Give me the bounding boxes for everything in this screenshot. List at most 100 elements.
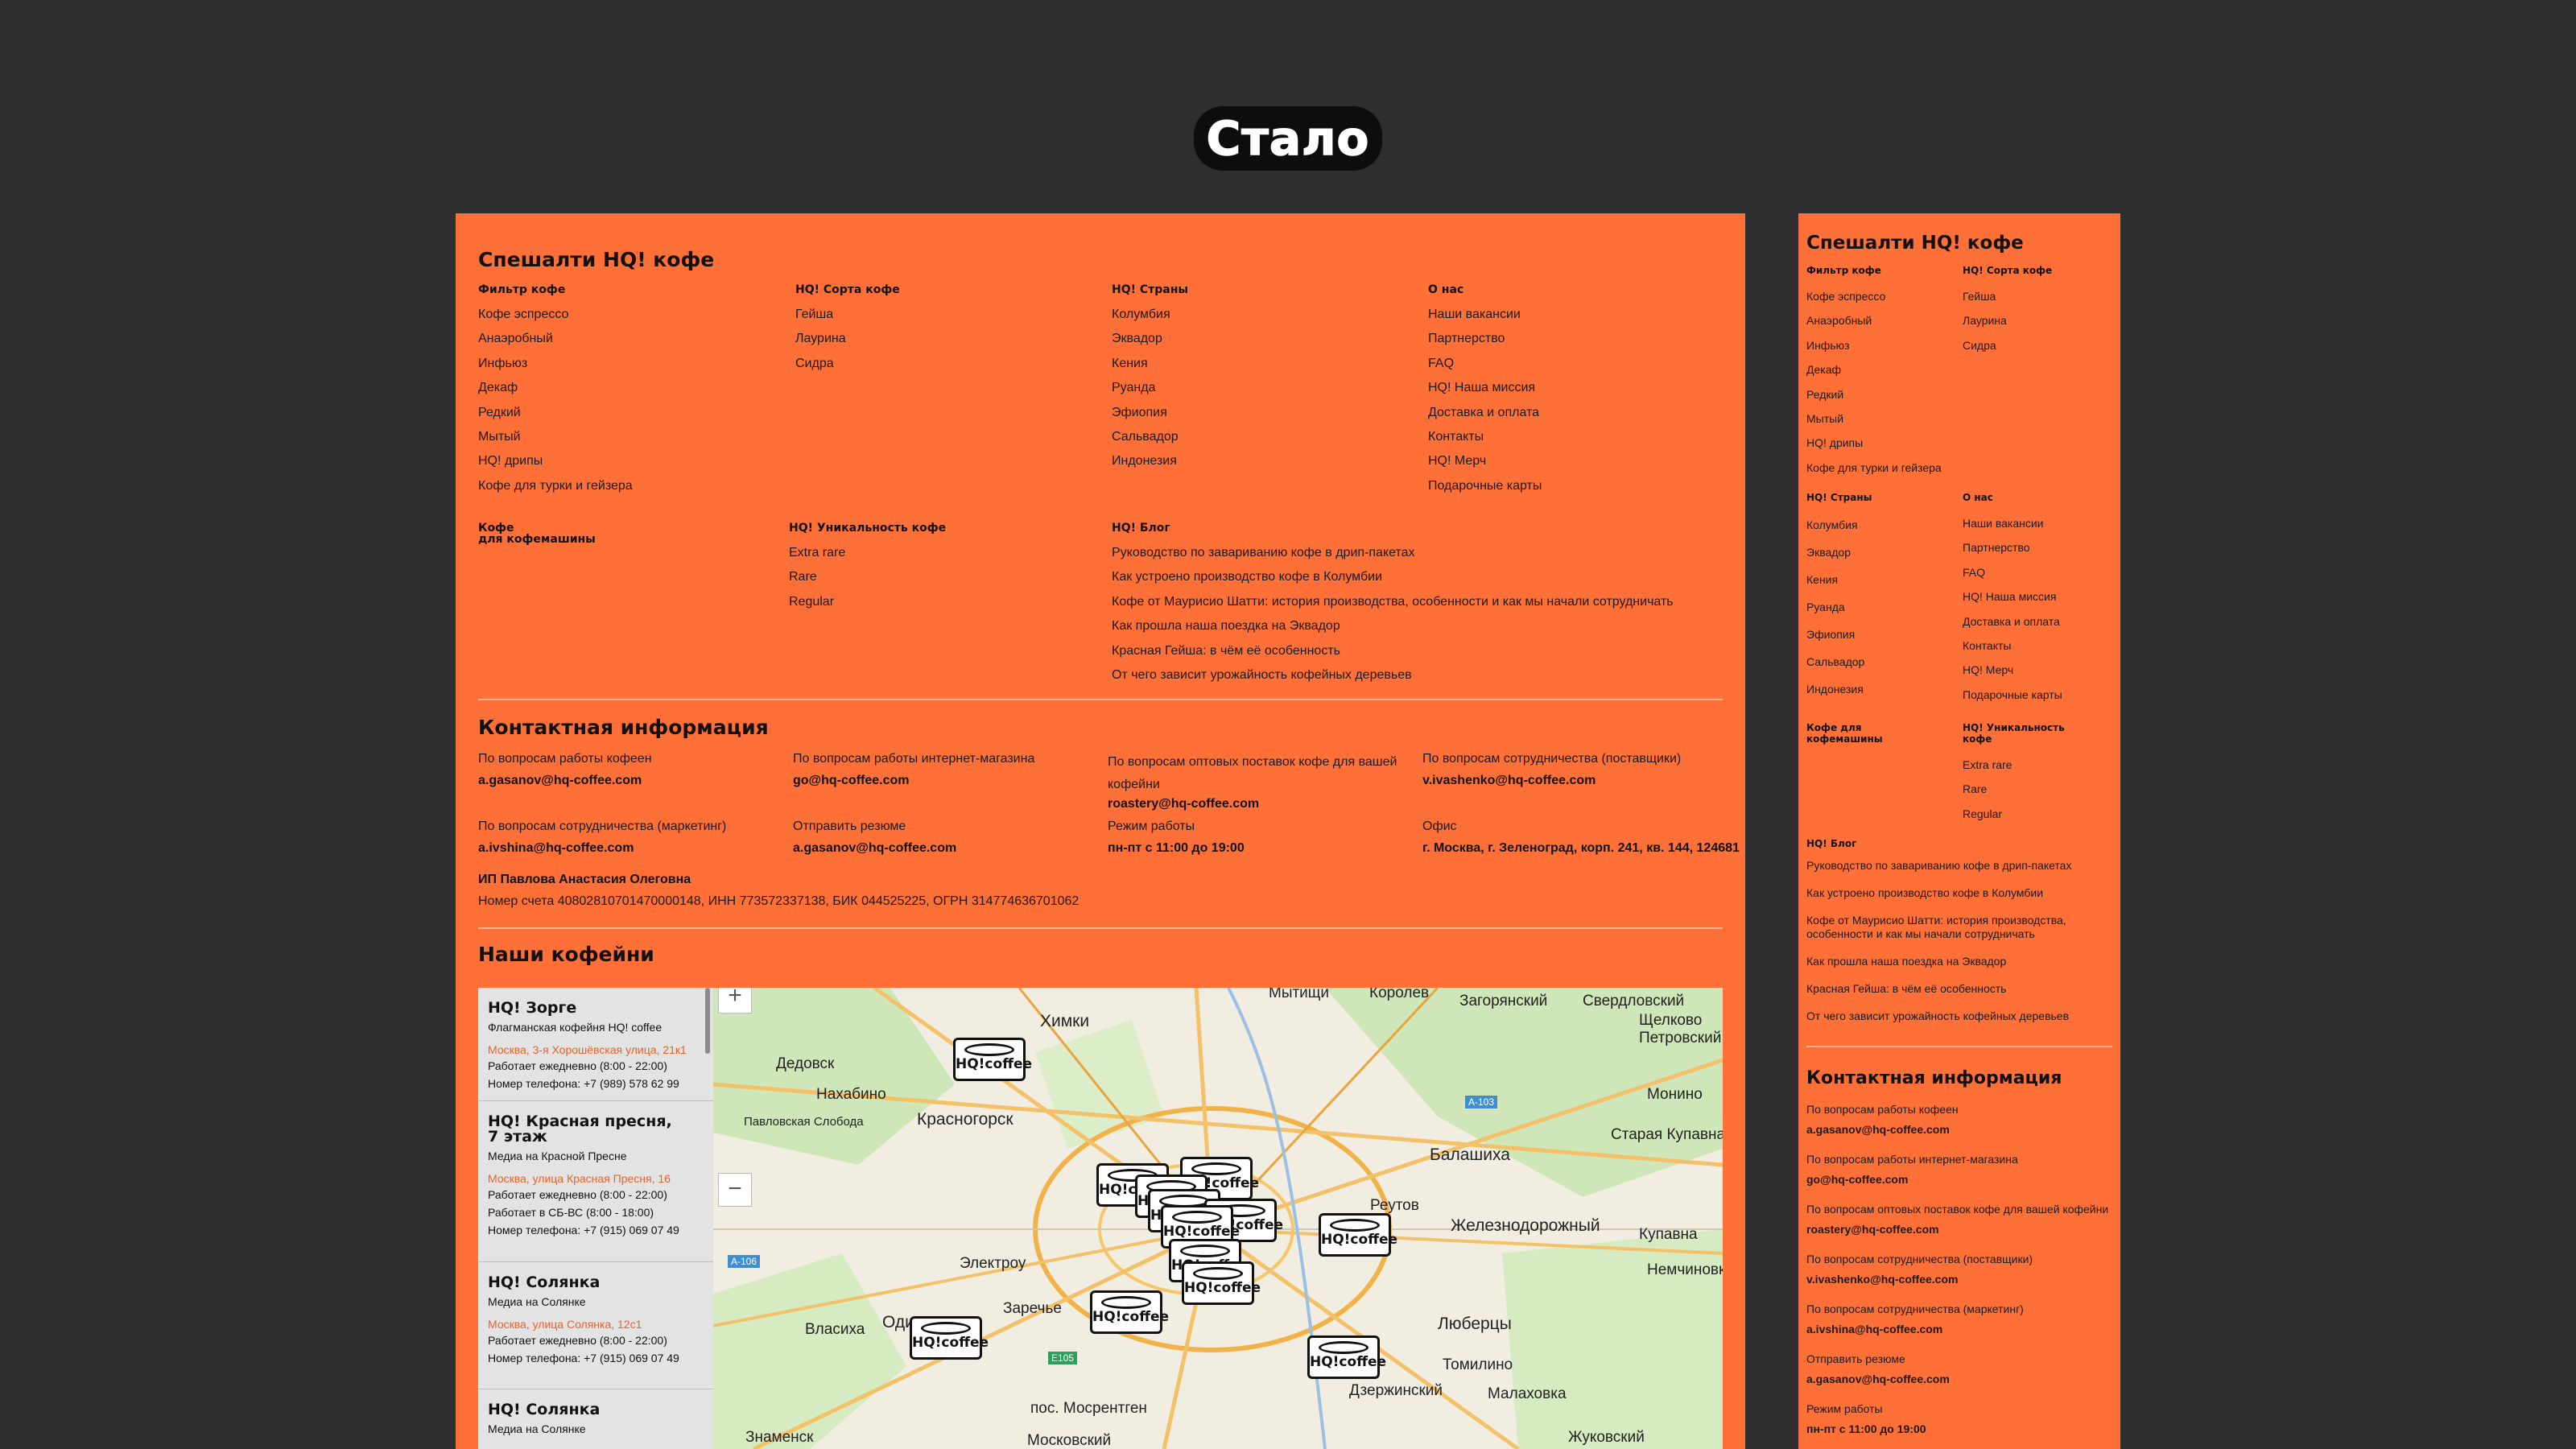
menu-link[interactable]: Regular	[1963, 802, 2065, 826]
menu-link[interactable]: Лаурина	[1963, 308, 2052, 332]
menu-link[interactable]: HQ! Мерч	[1428, 449, 1542, 473]
cafe-card[interactable]: HQ! Зорге Флагманская кофейня HQ! coffee…	[478, 988, 713, 1101]
menu-link[interactable]: Колумбия	[1806, 511, 1872, 539]
blog-link[interactable]: От чего зависит урожайность кофейных дер…	[1112, 663, 1674, 687]
menu-link[interactable]: Гейша	[1963, 284, 2052, 308]
cafe-list-scrollbar[interactable]	[705, 988, 710, 1054]
menu-link[interactable]: Анаэробный	[1806, 308, 1942, 332]
blog-link[interactable]: Как устроено производство кофе в Колумби…	[1112, 565, 1674, 589]
menu-link[interactable]: Сальвадор	[1806, 648, 1872, 675]
contact-email[interactable]: v.ivashenko@hq-coffee.com	[1806, 1272, 2112, 1286]
blog-link[interactable]: Красная Гейша: в чём её особенность	[1806, 982, 2112, 996]
contact-email[interactable]: a.gasanov@hq-coffee.com	[793, 840, 1083, 857]
menu-link[interactable]: FAQ	[1963, 560, 2062, 584]
menu-link[interactable]: Партнерство	[1963, 535, 2062, 559]
menu-link[interactable]: Extra rare	[1963, 753, 2065, 777]
coffee-map-marker[interactable]: HQ!coffee	[1090, 1290, 1169, 1334]
menu-link[interactable]: Наши вакансии	[1428, 303, 1542, 327]
blog-link[interactable]: От чего зависит урожайность кофейных дер…	[1806, 1009, 2112, 1023]
coffee-map-marker[interactable]: HQ!coffee	[1182, 1261, 1261, 1305]
cafe-card[interactable]: HQ! Солянка Медиа на Солянке Москва, ули…	[478, 1262, 713, 1389]
menu-link[interactable]: Rare	[789, 565, 946, 589]
menu-link[interactable]: Руанда	[1112, 376, 1188, 400]
zoom-out-button[interactable]: −	[718, 1173, 752, 1207]
menu-link[interactable]: HQ! дрипы	[478, 449, 633, 473]
menu-link[interactable]: Сидра	[795, 352, 900, 376]
menu-link[interactable]: Инфьюз	[478, 352, 633, 376]
menu-link[interactable]: HQ! Наша миссия	[1428, 376, 1542, 400]
menu-link[interactable]: Мытый	[478, 425, 633, 449]
menu-link[interactable]: Инфьюз	[1806, 333, 1942, 357]
map-canvas[interactable]: + − Мытищи Королев Загорянский Свердловс…	[713, 988, 1723, 1449]
menu-link[interactable]: Эфиопия	[1112, 401, 1188, 425]
contact-email[interactable]: a.gasanov@hq-coffee.com	[478, 773, 768, 789]
menu-link[interactable]: FAQ	[1428, 352, 1542, 376]
menu-link[interactable]: Декаф	[1806, 357, 1942, 382]
menu-link[interactable]: Мытый	[1806, 407, 1942, 431]
column-coffee-machine[interactable]: Кофе для кофемашины	[1806, 722, 1883, 745]
coffee-map-marker[interactable]: HQ!coffee	[1307, 1335, 1386, 1379]
blog-link[interactable]: Красная Гейша: в чём её особенность	[1112, 639, 1674, 663]
menu-link[interactable]: Подарочные карты	[1428, 474, 1542, 498]
menu-link[interactable]: Партнерство	[1428, 327, 1542, 351]
menu-link[interactable]: Rare	[1963, 777, 2065, 801]
menu-link[interactable]: Декаф	[478, 376, 633, 400]
menu-link[interactable]: Колумбия	[1112, 303, 1188, 327]
blog-link[interactable]: Как прошла наша поездка на Эквадор	[1112, 614, 1674, 638]
menu-link[interactable]: Extra rare	[789, 541, 946, 565]
menu-link[interactable]: Индонезия	[1806, 675, 1872, 703]
menu-link[interactable]: Кофе эспрессо	[478, 303, 633, 327]
menu-link[interactable]: Подарочные карты	[1963, 683, 2062, 707]
menu-link[interactable]: Кения	[1112, 352, 1188, 376]
coffee-map-marker[interactable]: HQ!coffee	[953, 1038, 1032, 1081]
menu-link[interactable]: Лаурина	[795, 327, 900, 351]
menu-link[interactable]: Сидра	[1963, 333, 2052, 357]
zoom-in-button[interactable]: +	[718, 988, 752, 1013]
cafe-address[interactable]: Москва, улица Красная Пресня, 16	[488, 1172, 704, 1185]
column-coffee-machine[interactable]: Кофе для кофемашины	[478, 522, 596, 545]
contact-email[interactable]: roastery@hq-coffee.com	[1108, 796, 1406, 812]
menu-link[interactable]: Анаэробный	[478, 327, 633, 351]
contact-email[interactable]: a.gasanov@hq-coffee.com	[1806, 1122, 2112, 1137]
menu-link[interactable]: HQ! Мерч	[1963, 658, 2062, 682]
contact-email[interactable]: v.ivashenko@hq-coffee.com	[1422, 773, 1720, 789]
contact-email[interactable]: roastery@hq-coffee.com	[1806, 1222, 2112, 1236]
blog-link[interactable]: Как прошла наша поездка на Эквадор	[1806, 955, 2112, 968]
blog-link[interactable]: Кофе от Маурисио Шатти: история производ…	[1806, 914, 2112, 941]
menu-link[interactable]: Контакты	[1428, 425, 1542, 449]
coffee-map-marker[interactable]: HQ!coffee	[1319, 1213, 1397, 1257]
contact-email[interactable]: go@hq-coffee.com	[1806, 1172, 2112, 1187]
coffee-map-marker[interactable]: HQ!coffee	[910, 1316, 989, 1360]
menu-link[interactable]: Кофе для турки и гейзера	[478, 474, 633, 498]
menu-link[interactable]: HQ! Наша миссия	[1963, 584, 2062, 609]
menu-link[interactable]: Редкий	[1806, 382, 1942, 407]
blog-link[interactable]: Руководство по завариванию кофе в дрип-п…	[1806, 859, 2112, 873]
menu-link[interactable]: Руанда	[1806, 593, 1872, 621]
menu-link[interactable]: Кофе для турки и гейзера	[1806, 456, 1942, 480]
menu-link[interactable]: Кофе эспрессо	[1806, 284, 1942, 308]
menu-link[interactable]: Редкий	[478, 401, 633, 425]
contact-email[interactable]: a.gasanov@hq-coffee.com	[1806, 1372, 2112, 1386]
menu-link[interactable]: Доставка и оплата	[1963, 609, 2062, 634]
cafe-list[interactable]: HQ! Зорге Флагманская кофейня HQ! coffee…	[478, 988, 713, 1449]
menu-link[interactable]: Наши вакансии	[1963, 511, 2062, 535]
menu-link[interactable]: Эфиопия	[1806, 621, 1872, 648]
blog-link[interactable]: Как устроено производство кофе в Колумби…	[1806, 886, 2112, 900]
menu-link[interactable]: Кения	[1806, 566, 1872, 593]
menu-link[interactable]: Гейша	[795, 303, 900, 327]
menu-link[interactable]: Эквадор	[1112, 327, 1188, 351]
menu-link[interactable]: Индонезия	[1112, 449, 1188, 473]
menu-link[interactable]: Доставка и оплата	[1428, 401, 1542, 425]
menu-link[interactable]: HQ! дрипы	[1806, 431, 1942, 455]
menu-link[interactable]: Эквадор	[1806, 539, 1872, 566]
contact-email[interactable]: go@hq-coffee.com	[793, 773, 1083, 789]
blog-link[interactable]: Руководство по завариванию кофе в дрип-п…	[1112, 541, 1674, 565]
contact-email[interactable]: a.ivshina@hq-coffee.com	[1806, 1322, 2112, 1336]
menu-link[interactable]: Regular	[789, 590, 946, 614]
contact-email[interactable]: a.ivshina@hq-coffee.com	[478, 840, 768, 857]
cafe-card[interactable]: HQ! Солянка Медиа на Солянке	[478, 1389, 713, 1445]
menu-link[interactable]: Контакты	[1963, 634, 2062, 658]
menu-link[interactable]: Сальвадор	[1112, 425, 1188, 449]
cafe-address[interactable]: Москва, 3-я Хорошёвская улица, 21к1	[488, 1043, 704, 1056]
cafe-address[interactable]: Москва, улица Солянка, 12с1	[488, 1318, 704, 1331]
